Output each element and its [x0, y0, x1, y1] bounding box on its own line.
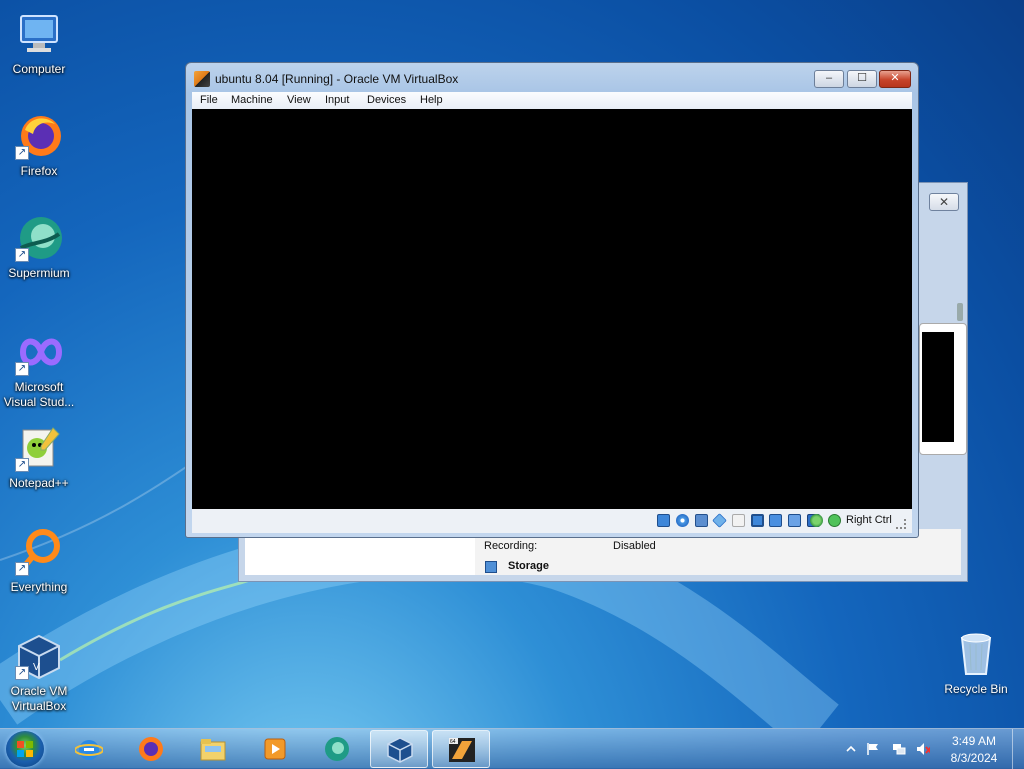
- explorer-icon: [200, 739, 226, 761]
- vm-display[interactable]: [192, 109, 912, 509]
- menu-bar: File Machine View Input Devices Help: [192, 92, 912, 110]
- taskbar-internet-explorer[interactable]: [62, 730, 116, 768]
- firefox-icon: ↗: [15, 112, 63, 160]
- desktop-icon-label: Recycle Bin: [944, 682, 1008, 696]
- virtualbox-vm-icon: [194, 71, 210, 87]
- desktop-icon-label: Firefox: [20, 164, 58, 178]
- desktop-icon-label: Everything: [10, 580, 68, 594]
- computer-icon: [15, 10, 63, 58]
- show-hidden-icons[interactable]: [844, 742, 858, 756]
- supermium-icon: ↗: [15, 214, 63, 262]
- keyboard-capture-icon[interactable]: [828, 514, 841, 527]
- virtualbox-manager-icon: [387, 737, 413, 763]
- vm-window: ubuntu 8.04 [Running] - Oracle VM Virtua…: [185, 62, 919, 538]
- host-key-label: Right Ctrl: [846, 514, 892, 526]
- video-capture-icon[interactable]: [788, 514, 801, 527]
- resize-grip[interactable]: [896, 519, 906, 529]
- shortcut-arrow-icon: ↗: [15, 362, 29, 376]
- display-icon[interactable]: [769, 514, 782, 527]
- clock-date: 8/3/2024: [950, 751, 998, 765]
- taskbar-explorer[interactable]: [186, 730, 240, 768]
- taskbar: 64 3:49 AM 8/3/2024: [0, 728, 1024, 769]
- network-icon[interactable]: [712, 513, 727, 528]
- menu-machine[interactable]: Machine: [231, 94, 273, 106]
- desktop-icon-firefox[interactable]: ↗ Firefox: [1, 112, 77, 179]
- svg-text:64: 64: [450, 739, 456, 745]
- usb-icon[interactable]: [732, 514, 745, 527]
- virtualbox-vm-icon: 64: [449, 738, 475, 762]
- recording-label: Recording:: [484, 540, 538, 552]
- desktop-icon-recycle-bin[interactable]: Recycle Bin: [940, 630, 1012, 696]
- recording-value: Disabled: [613, 540, 656, 552]
- shared-folders-icon[interactable]: [751, 514, 764, 527]
- recycle-bin-icon: [954, 630, 998, 678]
- status-bar: Right Ctrl: [192, 509, 912, 533]
- desktop-icon-visual-studio[interactable]: ↗ Microsoft Visual Stud...: [1, 328, 77, 410]
- menu-help[interactable]: Help: [420, 94, 443, 106]
- notepadpp-icon: ↗: [15, 424, 63, 472]
- minimize-button[interactable]: –: [814, 70, 844, 88]
- taskbar-virtualbox-manager[interactable]: [370, 730, 428, 768]
- menu-devices[interactable]: Devices: [367, 94, 406, 106]
- taskbar-firefox[interactable]: [124, 730, 178, 768]
- svg-text:V: V: [33, 662, 40, 673]
- optical-drive-icon[interactable]: [676, 514, 689, 527]
- desktop-icon-label: Supermium: [8, 266, 70, 280]
- start-button[interactable]: [6, 731, 44, 767]
- shortcut-arrow-icon: ↗: [15, 562, 29, 576]
- hard-disk-icon[interactable]: [657, 514, 670, 527]
- shortcut-arrow-icon: ↗: [15, 666, 29, 680]
- manager-scrollbar[interactable]: [957, 303, 963, 321]
- supermium-icon: [325, 737, 349, 761]
- storage-icon: [485, 561, 497, 573]
- windows-logo-icon: [17, 741, 33, 757]
- shortcut-arrow-icon: ↗: [15, 248, 29, 262]
- desktop-icon-computer[interactable]: Computer: [1, 10, 77, 77]
- taskbar-virtualbox-vm[interactable]: 64: [432, 730, 490, 768]
- vm-preview-thumbnail: [919, 323, 967, 455]
- menu-input[interactable]: Input: [325, 94, 349, 106]
- desktop-icon-label: Oracle VM VirtualBox: [10, 684, 68, 713]
- media-player-icon: [264, 738, 286, 760]
- visual-studio-icon: ↗: [15, 328, 63, 376]
- shortcut-arrow-icon: ↗: [15, 458, 29, 472]
- desktop-icon-supermium[interactable]: ↗ Supermium: [1, 214, 77, 281]
- action-center-flag-icon[interactable]: [866, 742, 880, 756]
- virtualbox-icon: V ↗: [15, 632, 63, 680]
- desktop-icon-label: Computer: [12, 62, 66, 76]
- desktop-icon-label: Microsoft Visual Stud...: [3, 380, 75, 409]
- everything-icon: ↗: [15, 528, 63, 576]
- manager-close-button[interactable]: ✕: [929, 193, 959, 211]
- window-title: ubuntu 8.04 [Running] - Oracle VM Virtua…: [215, 72, 459, 86]
- internet-explorer-icon: [75, 740, 103, 760]
- taskbar-supermium[interactable]: [310, 730, 364, 768]
- taskbar-media-player[interactable]: [248, 730, 302, 768]
- audio-icon[interactable]: [695, 514, 708, 527]
- menu-view[interactable]: View: [287, 94, 311, 106]
- mouse-integration-icon[interactable]: [810, 514, 823, 527]
- desktop-icon-label: Notepad++: [9, 476, 69, 490]
- desktop-icon-notepadpp[interactable]: ↗ Notepad++: [1, 424, 77, 491]
- shortcut-arrow-icon: ↗: [15, 146, 29, 160]
- clock-time: 3:49 AM: [951, 734, 997, 748]
- maximize-button[interactable]: ☐: [847, 70, 877, 88]
- close-button[interactable]: ✕: [879, 70, 911, 88]
- network-icon[interactable]: [892, 742, 906, 756]
- clock[interactable]: 3:49 AM 8/3/2024: [944, 733, 1004, 767]
- desktop-icon-everything[interactable]: ↗ Everything: [1, 528, 77, 595]
- show-desktop-button[interactable]: [1012, 729, 1024, 769]
- menu-file[interactable]: File: [200, 94, 218, 106]
- volume-muted-icon[interactable]: [916, 742, 930, 756]
- desktop-icon-virtualbox[interactable]: V ↗ Oracle VM VirtualBox: [1, 632, 77, 714]
- storage-section-header[interactable]: Storage: [508, 560, 549, 572]
- firefox-icon: [139, 737, 163, 761]
